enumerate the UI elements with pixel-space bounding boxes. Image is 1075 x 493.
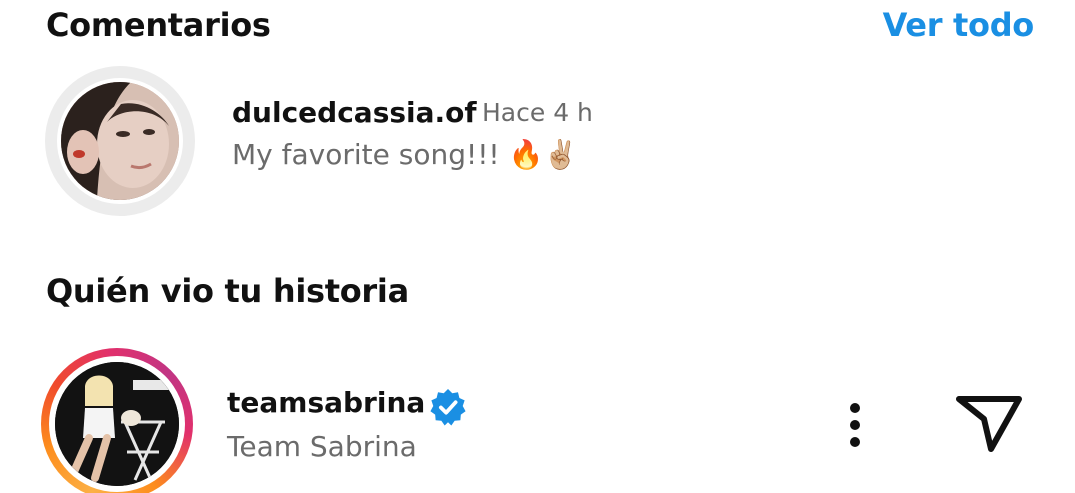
viewer-avatar-photo: [55, 362, 179, 486]
more-options-icon[interactable]: [838, 400, 872, 452]
commenter-avatar-photo: [61, 82, 179, 200]
viewer-full-name: Team Sabrina: [227, 430, 417, 463]
send-message-icon[interactable]: [954, 393, 1024, 455]
story-insights-screen: Comentarios Ver todo dulcedcassia.of Hac…: [0, 0, 1075, 493]
verified-badge-icon: [430, 388, 466, 426]
commenter-avatar[interactable]: [45, 66, 195, 216]
viewer-avatar[interactable]: [41, 348, 193, 493]
viewer-photo-illustration: [55, 362, 179, 486]
viewers-section-title: Quién vio tu historia: [46, 272, 409, 310]
comment-timestamp: Hace 4 h: [482, 98, 593, 127]
comments-section-title: Comentarios: [46, 6, 271, 44]
commenter-photo-illustration: [61, 82, 179, 200]
commenter-username[interactable]: dulcedcassia.of: [232, 96, 477, 129]
comment-text: My favorite song!!! 🔥✌🏼: [232, 138, 579, 171]
see-all-comments-link[interactable]: Ver todo: [883, 6, 1035, 44]
viewer-username[interactable]: teamsabrina: [227, 386, 425, 419]
